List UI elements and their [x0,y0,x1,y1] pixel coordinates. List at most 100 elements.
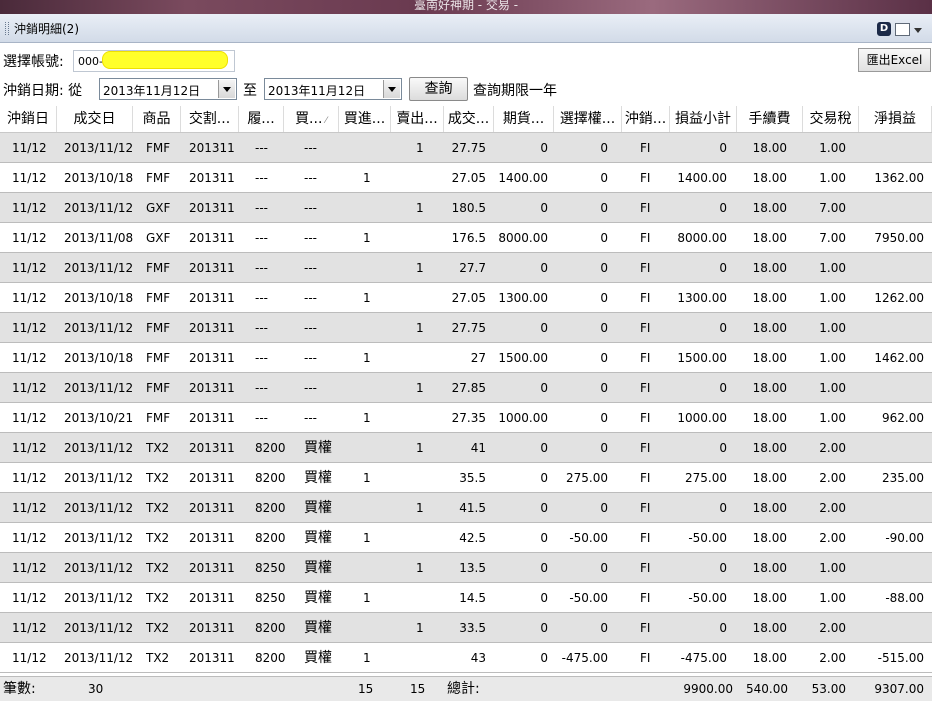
column-header-tax[interactable]: 交易稅 [803,106,859,132]
count-value: 30 [88,682,104,696]
cell-close-date: 11/12 [12,381,47,395]
column-header-price[interactable]: 成交... [444,106,494,132]
query-button[interactable]: 查詢 [409,77,468,101]
from-date-dropdown[interactable] [218,80,235,98]
column-header-product[interactable]: 商品 [133,106,181,132]
cell-delivery-month: 201311 [189,321,235,335]
cell-close-date: 11/12 [12,621,47,635]
table-row[interactable]: 11/12 2013/11/12 TX2 201311 8200 買權 1 41.5 0 0 FI 0… [0,493,932,523]
cell-delivery-month: 201311 [189,471,235,485]
table-row[interactable]: 11/12 2013/11/12 TX2 201311 8200 買權 1 42.5 0 -50.… [0,523,932,553]
cell-product: TX2 [146,531,170,545]
cell-product: FMF [146,141,171,155]
table-row[interactable]: 11/12 2013/11/12 TX2 201311 8200 買權 1 35.5 0 275.… [0,463,932,493]
cell-close-date: 11/12 [12,651,47,665]
account-select[interactable]: 000- [73,50,235,72]
cell-product: GXF [146,231,171,245]
window-restore-icon[interactable] [895,22,910,36]
cell-net-pnl: 1462.00 [874,351,924,365]
cell-buy-qty: 1 [363,411,371,425]
fee-total: 540.00 [746,682,788,696]
cell-option-pnl: 0 [600,231,608,245]
cell-tax: 1.00 [819,291,846,305]
cell-tax: 1.00 [819,411,846,425]
cell-buy-qty: 1 [363,291,371,305]
table-row[interactable]: 11/12 2013/11/12 TX2 201311 8250 買權 1 14.5 0 -50.… [0,583,932,613]
table-row[interactable]: 11/12 2013/10/18 FMF 201311 --- --- 1 27.05 1400… [0,163,932,193]
column-header-delivery-month[interactable]: 交割... [181,106,239,132]
cell-tax: 1.00 [819,591,846,605]
cell-buy-qty: 1 [363,471,371,485]
cell-close-date: 11/12 [12,231,47,245]
column-header-strike[interactable]: 履... [239,106,284,132]
column-header-net-pnl[interactable]: 淨損益 [859,106,932,132]
net-total: 9307.00 [874,682,924,696]
column-header-fee[interactable]: 手續費 [737,106,803,132]
cell-type: --- [304,231,317,245]
table-body: 11/12 2013/11/12 FMF 201311 --- --- 1 27.75 0 0 FI… [0,133,932,673]
column-header-trade-date[interactable]: 成交日 [57,106,133,132]
cell-option-pnl: 0 [600,561,608,575]
column-header-option-pnl[interactable]: 選擇權... [554,106,622,132]
drag-grip-icon[interactable] [5,22,9,35]
cell-net-pnl [844,493,924,523]
table-row[interactable]: 11/12 2013/11/12 FMF 201311 --- --- 1 27.7 0 0 FI 0… [0,253,932,283]
cell-delivery-month: 201311 [189,531,235,545]
cell-close-date: 11/12 [12,261,47,275]
column-header-close-date[interactable]: 沖銷日 [0,106,57,132]
column-header-type[interactable]: 買... ⁄ [284,106,339,132]
cell-strike: 8200 [255,501,286,515]
cell-strike: 8200 [255,471,286,485]
column-header-buy-qty[interactable]: 買進... [339,106,391,132]
table-row[interactable]: 11/12 2013/11/12 TX2 201311 8200 買權 1 33.5 0 0 FI 0… [0,613,932,643]
cell-option-pnl: 0 [600,201,608,215]
to-date-dropdown[interactable] [383,80,400,98]
table-row[interactable]: 11/12 2013/11/12 GXF 201311 --- --- 1 180.5 0 0 FI… [0,193,932,223]
account-value: 000- [78,55,103,68]
cell-option-pnl: 0 [600,141,608,155]
table-row[interactable]: 11/12 2013/11/12 TX2 201311 8200 買權 1 41 0 0 FI 0 18… [0,433,932,463]
cell-option-pnl: 0 [600,351,608,365]
table-row[interactable]: 11/12 2013/11/12 TX2 201311 8250 買權 1 13.5 0 0 FI 0… [0,553,932,583]
cell-buy-qty: 1 [363,351,371,365]
cell-buy-qty: 1 [363,531,371,545]
cell-option-pnl: 0 [600,171,608,185]
table-row[interactable]: 11/12 2013/11/08 GXF 201311 --- --- 1 176.5 8000… [0,223,932,253]
panel-titlebar[interactable]: 沖銷明細(2) D [0,14,932,43]
cell-delivery-month: 201311 [189,411,235,425]
column-header-close-type[interactable]: 沖銷... [622,106,670,132]
cell-net-pnl [844,613,924,643]
cell-type: --- [304,351,317,365]
cell-option-pnl: -50.00 [569,591,608,605]
menu-dropdown-icon[interactable] [914,27,922,33]
cell-trade-date: 2013/11/12 [64,321,134,335]
to-date-picker[interactable]: 2013年11月12日 [264,78,402,100]
cell-close-date: 11/12 [12,591,47,605]
table-row[interactable]: 11/12 2013/10/18 FMF 201311 --- --- 1 27.05 1300… [0,283,932,313]
cell-delivery-month: 201311 [189,501,235,515]
table-row[interactable]: 11/12 2013/11/12 FMF 201311 --- --- 1 27.75 0 0 FI… [0,313,932,343]
export-excel-button[interactable]: 匯出Excel [858,48,931,72]
column-header-sell-qty[interactable]: 賣出... [391,106,444,132]
cell-trade-date: 2013/11/12 [64,381,134,395]
table-row[interactable]: 11/12 2013/11/12 FMF 201311 --- --- 1 27.75 0 0 FI… [0,133,932,163]
sort-indicator-icon: ⁄ [325,116,327,126]
from-date-picker[interactable]: 2013年11月12日 [99,78,237,100]
cell-type: --- [304,291,317,305]
cell-option-pnl: -475.00 [561,651,608,665]
d-logo-icon[interactable]: D [877,22,891,36]
cell-net-pnl [844,253,924,283]
cell-option-pnl: 0 [600,501,608,515]
cell-strike: --- [255,351,268,365]
cell-tax: 1.00 [819,351,846,365]
table-row[interactable]: 11/12 2013/11/12 TX2 201311 8200 買權 1 43 0 -475.0… [0,643,932,673]
column-header-pnl-subtotal[interactable]: 損益小計 [670,106,737,132]
table-row[interactable]: 11/12 2013/11/12 FMF 201311 --- --- 1 27.85 0 0 FI… [0,373,932,403]
from-date-value: 2013年11月12日 [103,84,201,98]
cell-trade-date: 2013/11/12 [64,591,134,605]
column-header-futures-pnl[interactable]: 期貨... [494,106,554,132]
table-row[interactable]: 11/12 2013/10/18 FMF 201311 --- --- 1 27 1500.00… [0,343,932,373]
cell-close-date: 11/12 [12,531,47,545]
cell-option-pnl: 0 [600,621,608,635]
table-row[interactable]: 11/12 2013/10/21 FMF 201311 --- --- 1 27.35 1000… [0,403,932,433]
